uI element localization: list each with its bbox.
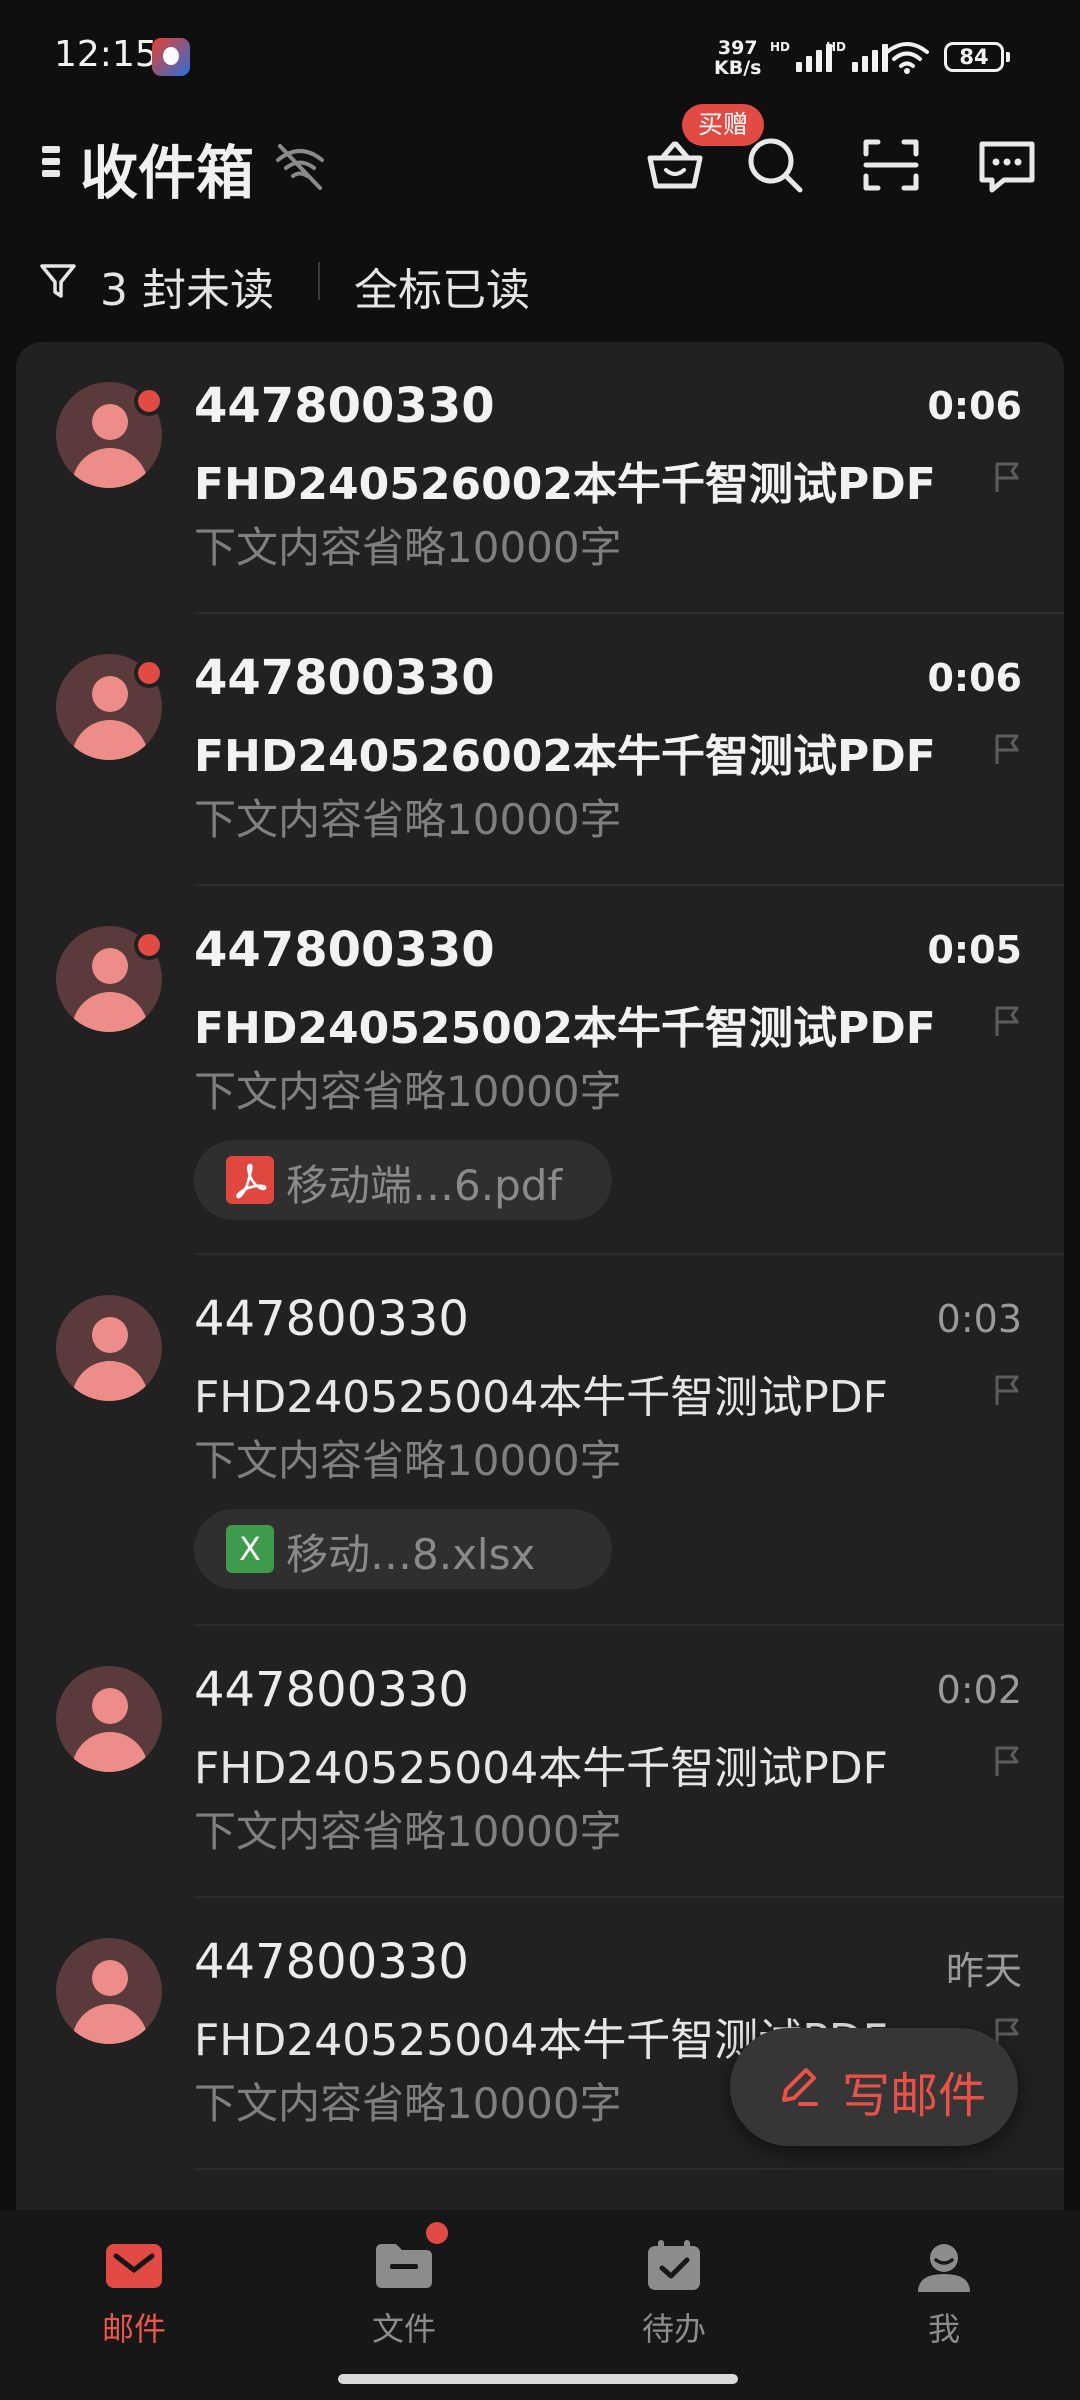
- unread-dot: [134, 930, 164, 960]
- email-item[interactable]: 447800330 0:03 FHD240525004本牛千智测试PDF 下文内…: [16, 1255, 1064, 1625]
- flag-icon[interactable]: [992, 1004, 1022, 1038]
- scan-icon[interactable]: [856, 130, 926, 200]
- network-speed-value: 397: [717, 37, 758, 59]
- mail-icon: [106, 2244, 162, 2288]
- avatar: [56, 1938, 162, 2044]
- sim2-hd-label: HD: [826, 40, 847, 54]
- network-speed: 397 KB/s: [714, 38, 761, 78]
- email-time: 0:03: [936, 1297, 1022, 1341]
- app-notification-icon: [152, 38, 190, 76]
- email-item[interactable]: 447800330 0:05 FHD240525002本牛千智测试PDF 下文内…: [16, 886, 1064, 1254]
- compose-button[interactable]: 写邮件: [730, 2028, 1018, 2146]
- tab-files-label: 文件: [371, 2310, 436, 2348]
- folder-icon: [376, 2244, 432, 2288]
- tab-mail-label: 邮件: [101, 2310, 166, 2348]
- email-sender: 447800330: [194, 650, 495, 706]
- email-item[interactable]: 447800330 0:06 FHD240526002本牛千智测试PDF 下文内…: [16, 342, 1064, 613]
- tab-files[interactable]: 文件: [304, 2238, 504, 2350]
- email-time: 0:02: [936, 1668, 1022, 1712]
- email-subject: FHD240526002本牛千智测试PDF: [194, 459, 936, 510]
- email-sender: 447800330: [194, 1934, 469, 1990]
- email-subject: FHD240525004本牛千智测试PDF: [194, 1743, 888, 1794]
- email-preview: 下文内容省略10000字: [194, 2079, 622, 2128]
- attachment-name: 移动…8.xlsx: [286, 1530, 536, 1579]
- filter-divider: [318, 262, 320, 300]
- mark-all-read-button[interactable]: 全标已读: [354, 254, 530, 318]
- email-preview: 下文内容省略10000字: [194, 795, 622, 844]
- email-sender: 447800330: [194, 378, 495, 434]
- signal-sim2-icon: HD: [826, 40, 889, 72]
- excel-icon: X: [226, 1525, 274, 1573]
- flag-icon[interactable]: [992, 460, 1022, 494]
- unread-dot: [134, 658, 164, 688]
- message-icon[interactable]: [972, 130, 1042, 200]
- tab-me-label: 我: [927, 2310, 960, 2348]
- attachment-chip[interactable]: X 移动…8.xlsx: [194, 1509, 612, 1589]
- tab-todo[interactable]: 待办: [574, 2238, 774, 2350]
- email-subject: FHD240525004本牛千智测试PDF: [194, 1372, 888, 1423]
- tab-mail[interactable]: 邮件: [34, 2238, 234, 2350]
- home-indicator[interactable]: [338, 2374, 738, 2384]
- unread-count[interactable]: 3 封未读: [100, 254, 274, 318]
- flag-icon[interactable]: [992, 1744, 1022, 1778]
- filter-icon[interactable]: [38, 260, 78, 300]
- avatar: [56, 1666, 162, 1772]
- email-time: 0:06: [927, 384, 1022, 428]
- email-subject: FHD240526002本牛千智测试PDF: [194, 731, 936, 782]
- flag-icon[interactable]: [992, 732, 1022, 766]
- network-speed-unit: KB/s: [714, 57, 762, 79]
- wifi-off-icon: [276, 144, 324, 190]
- bottom-nav: 邮件 文件 待办 我: [0, 2210, 1080, 2400]
- email-list: 447800330 0:06 FHD240526002本牛千智测试PDF 下文内…: [16, 342, 1064, 2210]
- email-time: 昨天: [945, 1949, 1022, 1993]
- email-sender: 447800330: [194, 1662, 469, 1718]
- email-time: 0:06: [927, 656, 1022, 700]
- tab-me[interactable]: 我: [844, 2238, 1044, 2350]
- email-item[interactable]: 447800330 0:02 FHD240525004本牛千智测试PDF 下文内…: [16, 1626, 1064, 1897]
- email-preview: 下文内容省略10000字: [194, 523, 622, 572]
- calendar-check-icon: [648, 2240, 700, 2290]
- email-preview: 下文内容省略10000字: [194, 1807, 622, 1856]
- status-time: 12:15: [54, 34, 158, 75]
- sim1-hd-label: HD: [770, 40, 791, 54]
- attachment-name: 移动端…6.pdf: [286, 1161, 563, 1210]
- avatar: [56, 1295, 162, 1401]
- email-preview: 下文内容省略10000字: [194, 1436, 622, 1485]
- unread-dot: [134, 386, 164, 416]
- files-badge-dot: [426, 2222, 448, 2244]
- attachment-chip[interactable]: 移动端…6.pdf: [194, 1140, 612, 1220]
- tab-todo-label: 待办: [641, 2310, 706, 2348]
- page-title: 收件箱: [80, 139, 255, 207]
- row-divider: [194, 2168, 1064, 2170]
- pdf-icon: [226, 1156, 274, 1204]
- email-item[interactable]: 447800330 0:06 FHD240526002本牛千智测试PDF 下文内…: [16, 614, 1064, 885]
- wifi-icon: [885, 42, 929, 74]
- profile-icon: [918, 2244, 970, 2292]
- email-time: 0:05: [927, 928, 1022, 972]
- compose-label: 写邮件: [842, 2068, 987, 2124]
- battery-icon: 84: [944, 42, 1010, 72]
- email-subject: FHD240525002本牛千智测试PDF: [194, 1003, 936, 1054]
- search-icon[interactable]: [740, 130, 810, 200]
- status-bar: 12:15 397 KB/s HD HD 84: [0, 0, 1080, 110]
- email-sender: 447800330: [194, 922, 495, 978]
- email-preview: 下文内容省略10000字: [194, 1067, 622, 1116]
- signal-sim1-icon: HD: [770, 40, 833, 72]
- email-sender: 447800330: [194, 1291, 469, 1347]
- menu-icon[interactable]: [42, 146, 60, 186]
- flag-icon[interactable]: [992, 1373, 1022, 1407]
- pencil-icon: [782, 2068, 818, 2106]
